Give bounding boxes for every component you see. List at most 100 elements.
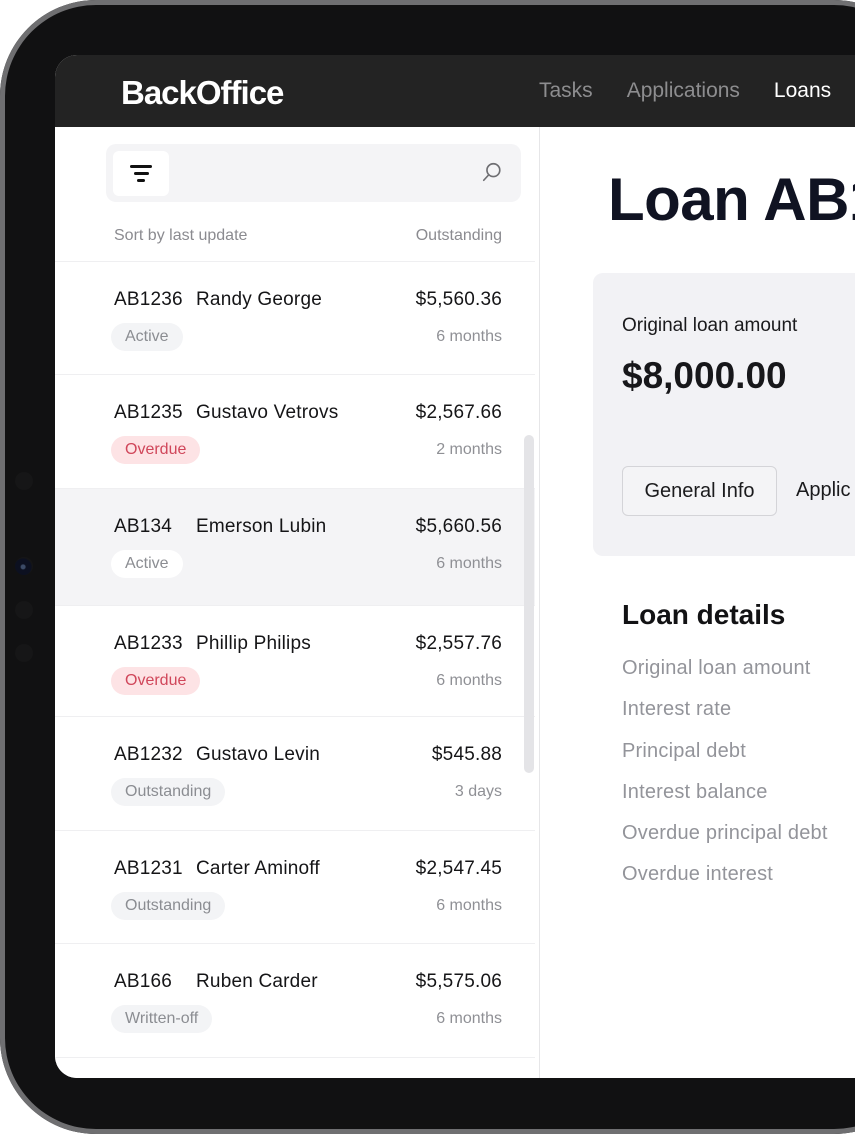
row-meta: Written-off 6 months <box>111 1005 502 1033</box>
tab-applications[interactable]: Applic <box>796 479 850 502</box>
nav-applications[interactable]: Applications <box>627 79 740 103</box>
row-meta: Outstanding 3 days <box>111 778 502 806</box>
loan-id: AB1231 <box>114 858 183 879</box>
borrower-name: Phillip Philips <box>196 633 311 654</box>
loan-id: AB1232 <box>114 744 183 765</box>
summary-value: $8,000.00 <box>622 355 787 396</box>
loan-id: AB1236 <box>114 289 183 310</box>
outstanding-amount: $5,575.06 <box>415 971 502 992</box>
loan-list-item[interactable]: AB1235 Gustavo Vetrovs $2,567.66 Overdue 2 m… <box>55 374 535 488</box>
status-badge: Overdue <box>111 667 201 695</box>
outstanding-amount: $5,660.56 <box>415 516 502 537</box>
row-meta: Overdue 6 months <box>111 667 502 695</box>
row-title: AB1232 Gustavo Levin <box>114 744 320 766</box>
row-meta: Overdue 2 months <box>111 436 502 464</box>
nav-loans[interactable]: Loans <box>774 79 831 103</box>
borrower-name: Randy George <box>196 289 322 310</box>
detail-field-label: Principal debt <box>622 739 746 762</box>
detail-field-label: Overdue principal debt <box>622 822 828 845</box>
app-logo[interactable]: BackOffice <box>121 74 284 112</box>
loan-term: 2 months <box>436 441 502 458</box>
loan-term: 6 months <box>436 1010 502 1027</box>
nav-tasks[interactable]: Tasks <box>539 79 593 103</box>
status-badge: Overdue <box>111 436 201 464</box>
tab-general-info[interactable]: General Info <box>622 466 777 516</box>
row-title: AB134 Emerson Lubin <box>114 516 326 538</box>
detail-field-label: Interest balance <box>622 780 768 803</box>
loan-list-item[interactable]: AB1233 Phillip Philips $2,557.76 Overdue 6 m… <box>55 605 535 716</box>
row-meta: Active 6 months <box>111 323 502 351</box>
borrower-name: Ruben Carder <box>196 971 318 992</box>
row-meta: Active 6 months <box>111 550 502 578</box>
loan-details-list: Original loan amount Interest rate Princ… <box>622 657 828 905</box>
loan-term: 6 months <box>436 897 502 914</box>
section-title: Loan details <box>622 599 786 630</box>
device-sensor <box>15 601 33 619</box>
detail-field-label: Original loan amount <box>622 657 811 679</box>
status-badge: Active <box>111 323 183 351</box>
loan-term: 3 days <box>454 783 502 800</box>
outstanding-amount: $5,560.36 <box>415 289 502 310</box>
detail-field-label: Overdue interest <box>622 863 774 886</box>
row-title: AB1236 Randy George <box>114 289 322 311</box>
row-title: AB1235 Gustavo Vetrovs <box>114 402 338 424</box>
list-scrollbar[interactable] <box>524 435 534 773</box>
outstanding-amount: $2,547.45 <box>415 858 502 879</box>
row-meta: Outstanding 6 months <box>111 892 502 920</box>
loan-id: AB166 <box>114 971 173 992</box>
outstanding-amount: $2,567.66 <box>415 402 502 423</box>
detail-field-label: Interest rate <box>622 698 732 721</box>
loan-list-item[interactable]: AB1232 Gustavo Levin $545.88 Outstanding 3 d… <box>55 716 535 830</box>
filter-icon <box>130 165 152 168</box>
loan-list-item[interactable]: AB166 Ruben Carder $5,575.06 Written-off 6 m… <box>55 943 535 1057</box>
filter-button[interactable] <box>113 151 169 196</box>
search-bar[interactable] <box>106 144 521 202</box>
app-screen: BackOffice Tasks Applications Loans Sort… <box>55 55 855 1078</box>
list-header: Sort by last update Outstanding <box>114 227 502 245</box>
list-end-divider <box>55 1057 535 1078</box>
loan-list-item[interactable]: AB1231 Carter Aminoff $2,547.45 Outstanding… <box>55 830 535 943</box>
top-navigation-bar: BackOffice Tasks Applications Loans <box>55 55 855 127</box>
row-title: AB166 Ruben Carder <box>114 971 318 993</box>
search-icon[interactable] <box>481 161 503 183</box>
row-title: AB1231 Carter Aminoff <box>114 858 320 880</box>
main-nav: Tasks Applications Loans <box>539 79 831 103</box>
outstanding-amount: $545.88 <box>431 744 502 765</box>
front-camera-icon <box>15 557 33 575</box>
row-main: AB166 Ruben Carder $5,575.06 <box>114 971 502 993</box>
summary-label: Original loan amount <box>622 315 798 336</box>
status-badge: Active <box>111 550 183 578</box>
sort-label[interactable]: Sort by last update <box>114 227 247 245</box>
loan-id: AB1235 <box>114 402 183 423</box>
filter-icon-line <box>133 172 149 175</box>
loan-term: 6 months <box>436 672 502 689</box>
borrower-name: Gustavo Levin <box>196 744 321 765</box>
device-sensor <box>15 472 33 490</box>
outstanding-header: Outstanding <box>415 227 502 244</box>
status-badge: Outstanding <box>111 892 226 920</box>
summary-card: Original loan amount $8,000.00 General I… <box>593 273 855 556</box>
outstanding-amount: $2,557.76 <box>415 633 502 654</box>
row-main: AB1231 Carter Aminoff $2,547.45 <box>114 858 502 880</box>
row-main: AB1233 Phillip Philips $2,557.76 <box>114 633 502 655</box>
loan-list: AB1236 Randy George $5,560.36 Active 6 month… <box>55 261 539 1078</box>
loan-term: 6 months <box>436 555 502 572</box>
tablet-frame: BackOffice Tasks Applications Loans Sort… <box>0 0 855 1134</box>
loan-id: AB1233 <box>114 633 183 654</box>
device-sensor <box>15 644 33 662</box>
filter-icon-line <box>137 179 145 182</box>
loan-list-item[interactable]: AB134 Emerson Lubin $5,660.56 Active 6 month… <box>55 488 535 605</box>
row-main: AB1236 Randy George $5,560.36 <box>114 289 502 311</box>
borrower-name: Gustavo Vetrovs <box>196 402 339 423</box>
borrower-name: Carter Aminoff <box>196 858 320 879</box>
row-title: AB1233 Phillip Philips <box>114 633 311 655</box>
loan-detail-panel: Loan AB1 Original loan amount $8,000.00 … <box>541 127 855 1078</box>
loan-list-item[interactable]: AB1236 Randy George $5,560.36 Active 6 month… <box>55 261 535 374</box>
status-badge: Outstanding <box>111 778 226 806</box>
row-main: AB1232 Gustavo Levin $545.88 <box>114 744 502 766</box>
row-main: AB1235 Gustavo Vetrovs $2,567.66 <box>114 402 502 424</box>
loan-id: AB134 <box>114 516 173 537</box>
page-title: Loan AB1 <box>608 166 855 233</box>
row-main: AB134 Emerson Lubin $5,660.56 <box>114 516 502 538</box>
loan-list-panel: Sort by last update Outstanding AB1236 Ra… <box>55 127 540 1078</box>
